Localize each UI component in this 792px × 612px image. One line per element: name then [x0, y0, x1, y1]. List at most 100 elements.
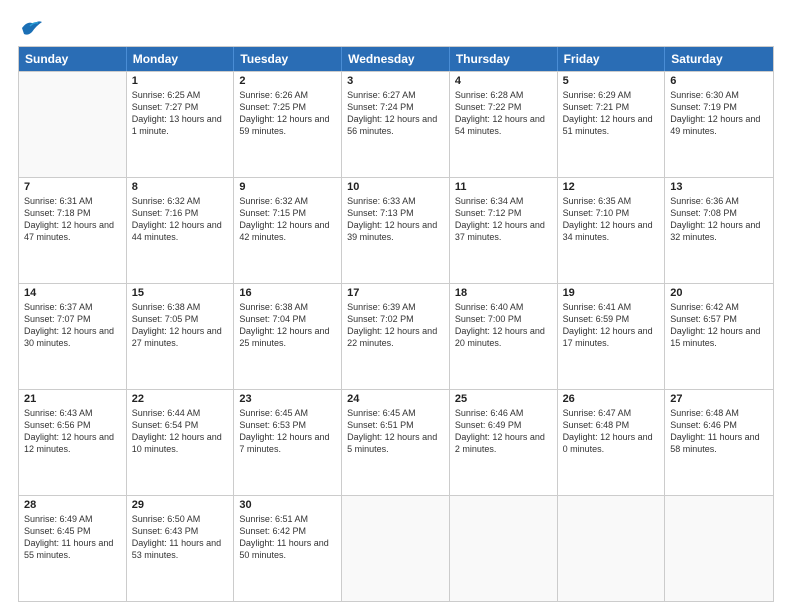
calendar-header-cell: Saturday [665, 47, 773, 71]
calendar-cell: 21 Sunrise: 6:43 AM Sunset: 6:56 PM Dayli… [19, 390, 127, 495]
calendar-header-cell: Wednesday [342, 47, 450, 71]
cell-sun-info: Sunrise: 6:50 AM Sunset: 6:43 PM Dayligh… [132, 513, 229, 562]
cell-sun-info: Sunrise: 6:36 AM Sunset: 7:08 PM Dayligh… [670, 195, 768, 244]
cell-sun-info: Sunrise: 6:25 AM Sunset: 7:27 PM Dayligh… [132, 89, 229, 138]
day-number: 27 [670, 393, 768, 405]
calendar-header-cell: Monday [127, 47, 235, 71]
calendar-cell: 5 Sunrise: 6:29 AM Sunset: 7:21 PM Daylig… [558, 72, 666, 177]
day-number: 29 [132, 499, 229, 511]
calendar-cell: 17Sunrise: 6:39 AM Sunset: 7:02 PM Dayli… [342, 284, 450, 389]
day-number: 2 [239, 75, 336, 87]
calendar-cell [558, 496, 666, 601]
cell-sun-info: Sunrise: 6:28 AM Sunset: 7:22 PM Dayligh… [455, 89, 552, 138]
calendar-cell: 9 Sunrise: 6:32 AM Sunset: 7:15 PM Daylig… [234, 178, 342, 283]
calendar-cell: 3 Sunrise: 6:27 AM Sunset: 7:24 PM Daylig… [342, 72, 450, 177]
calendar-week-row: 14 Sunrise: 6:37 AM Sunset: 7:07 PM Dayli… [19, 283, 773, 389]
calendar-cell: 19 Sunrise: 6:41 AM Sunset: 6:59 PM Dayli… [558, 284, 666, 389]
cell-sun-info: Sunrise: 6:49 AM Sunset: 6:45 PM Dayligh… [24, 513, 121, 562]
cell-sun-info: Sunrise: 6:45 AM Sunset: 6:51 PM Dayligh… [347, 407, 444, 456]
logo [18, 18, 42, 36]
calendar-cell: 1 Sunrise: 6:25 AM Sunset: 7:27 PM Daylig… [127, 72, 235, 177]
calendar-header-row: SundayMondayTuesdayWednesdayThursdayFrid… [19, 47, 773, 71]
calendar-week-row: 28 Sunrise: 6:49 AM Sunset: 6:45 PM Dayli… [19, 495, 773, 601]
logo-text [18, 18, 42, 36]
calendar-cell [450, 496, 558, 601]
cell-sun-info: Sunrise: 6:32 AM Sunset: 7:15 PM Dayligh… [239, 195, 336, 244]
cell-sun-info: Sunrise: 6:30 AM Sunset: 7:19 PM Dayligh… [670, 89, 768, 138]
day-number: 1 [132, 75, 229, 87]
calendar-cell: 26Sunrise: 6:47 AM Sunset: 6:48 PM Dayli… [558, 390, 666, 495]
cell-sun-info: Sunrise: 6:34 AM Sunset: 7:12 PM Dayligh… [455, 195, 552, 244]
calendar-cell: 11 Sunrise: 6:34 AM Sunset: 7:12 PM Dayli… [450, 178, 558, 283]
day-number: 7 [24, 181, 121, 193]
calendar-cell: 10Sunrise: 6:33 AM Sunset: 7:13 PM Dayli… [342, 178, 450, 283]
day-number: 12 [563, 181, 660, 193]
day-number: 19 [563, 287, 660, 299]
calendar-cell: 15Sunrise: 6:38 AM Sunset: 7:05 PM Dayli… [127, 284, 235, 389]
day-number: 28 [24, 499, 121, 511]
day-number: 9 [239, 181, 336, 193]
calendar-header-cell: Sunday [19, 47, 127, 71]
calendar-cell: 2 Sunrise: 6:26 AM Sunset: 7:25 PM Daylig… [234, 72, 342, 177]
calendar-cell: 8 Sunrise: 6:32 AM Sunset: 7:16 PM Daylig… [127, 178, 235, 283]
cell-sun-info: Sunrise: 6:46 AM Sunset: 6:49 PM Dayligh… [455, 407, 552, 456]
cell-sun-info: Sunrise: 6:37 AM Sunset: 7:07 PM Dayligh… [24, 301, 121, 350]
cell-sun-info: Sunrise: 6:40 AM Sunset: 7:00 PM Dayligh… [455, 301, 552, 350]
calendar-week-row: 7 Sunrise: 6:31 AM Sunset: 7:18 PM Daylig… [19, 177, 773, 283]
cell-sun-info: Sunrise: 6:47 AM Sunset: 6:48 PM Dayligh… [563, 407, 660, 456]
calendar-cell: 18Sunrise: 6:40 AM Sunset: 7:00 PM Dayli… [450, 284, 558, 389]
calendar-cell: 25 Sunrise: 6:46 AM Sunset: 6:49 PM Dayli… [450, 390, 558, 495]
calendar-header-cell: Friday [558, 47, 666, 71]
logo-bird-icon [20, 18, 42, 36]
day-number: 5 [563, 75, 660, 87]
day-number: 20 [670, 287, 768, 299]
calendar-header-cell: Tuesday [234, 47, 342, 71]
cell-sun-info: Sunrise: 6:38 AM Sunset: 7:04 PM Dayligh… [239, 301, 336, 350]
day-number: 24 [347, 393, 444, 405]
cell-sun-info: Sunrise: 6:27 AM Sunset: 7:24 PM Dayligh… [347, 89, 444, 138]
cell-sun-info: Sunrise: 6:48 AM Sunset: 6:46 PM Dayligh… [670, 407, 768, 456]
calendar-header-cell: Thursday [450, 47, 558, 71]
cell-sun-info: Sunrise: 6:43 AM Sunset: 6:56 PM Dayligh… [24, 407, 121, 456]
calendar-cell [342, 496, 450, 601]
cell-sun-info: Sunrise: 6:44 AM Sunset: 6:54 PM Dayligh… [132, 407, 229, 456]
calendar-cell: 12 Sunrise: 6:35 AM Sunset: 7:10 PM Dayli… [558, 178, 666, 283]
cell-sun-info: Sunrise: 6:31 AM Sunset: 7:18 PM Dayligh… [24, 195, 121, 244]
day-number: 30 [239, 499, 336, 511]
day-number: 23 [239, 393, 336, 405]
calendar-cell: 27 Sunrise: 6:48 AM Sunset: 6:46 PM Dayli… [665, 390, 773, 495]
day-number: 14 [24, 287, 121, 299]
calendar-cell: 14 Sunrise: 6:37 AM Sunset: 7:07 PM Dayli… [19, 284, 127, 389]
calendar-week-row: 21 Sunrise: 6:43 AM Sunset: 6:56 PM Dayli… [19, 389, 773, 495]
day-number: 25 [455, 393, 552, 405]
calendar-cell: 30 Sunrise: 6:51 AM Sunset: 6:42 PM Dayli… [234, 496, 342, 601]
cell-sun-info: Sunrise: 6:32 AM Sunset: 7:16 PM Dayligh… [132, 195, 229, 244]
day-number: 13 [670, 181, 768, 193]
cell-sun-info: Sunrise: 6:26 AM Sunset: 7:25 PM Dayligh… [239, 89, 336, 138]
day-number: 4 [455, 75, 552, 87]
cell-sun-info: Sunrise: 6:29 AM Sunset: 7:21 PM Dayligh… [563, 89, 660, 138]
day-number: 6 [670, 75, 768, 87]
day-number: 3 [347, 75, 444, 87]
calendar-cell: 13 Sunrise: 6:36 AM Sunset: 7:08 PM Dayli… [665, 178, 773, 283]
cell-sun-info: Sunrise: 6:41 AM Sunset: 6:59 PM Dayligh… [563, 301, 660, 350]
calendar-cell: 7 Sunrise: 6:31 AM Sunset: 7:18 PM Daylig… [19, 178, 127, 283]
calendar-cell: 16Sunrise: 6:38 AM Sunset: 7:04 PM Dayli… [234, 284, 342, 389]
header [18, 18, 774, 36]
cell-sun-info: Sunrise: 6:51 AM Sunset: 6:42 PM Dayligh… [239, 513, 336, 562]
calendar: SundayMondayTuesdayWednesdayThursdayFrid… [18, 46, 774, 602]
day-number: 22 [132, 393, 229, 405]
calendar-cell: 29 Sunrise: 6:50 AM Sunset: 6:43 PM Dayli… [127, 496, 235, 601]
calendar-cell: 24 Sunrise: 6:45 AM Sunset: 6:51 PM Dayli… [342, 390, 450, 495]
cell-sun-info: Sunrise: 6:42 AM Sunset: 6:57 PM Dayligh… [670, 301, 768, 350]
calendar-cell: 4 Sunrise: 6:28 AM Sunset: 7:22 PM Daylig… [450, 72, 558, 177]
cell-sun-info: Sunrise: 6:35 AM Sunset: 7:10 PM Dayligh… [563, 195, 660, 244]
calendar-cell: 6 Sunrise: 6:30 AM Sunset: 7:19 PM Daylig… [665, 72, 773, 177]
day-number: 11 [455, 181, 552, 193]
day-number: 17 [347, 287, 444, 299]
day-number: 21 [24, 393, 121, 405]
calendar-week-row: 1 Sunrise: 6:25 AM Sunset: 7:27 PM Daylig… [19, 71, 773, 177]
cell-sun-info: Sunrise: 6:38 AM Sunset: 7:05 PM Dayligh… [132, 301, 229, 350]
calendar-cell [665, 496, 773, 601]
day-number: 8 [132, 181, 229, 193]
